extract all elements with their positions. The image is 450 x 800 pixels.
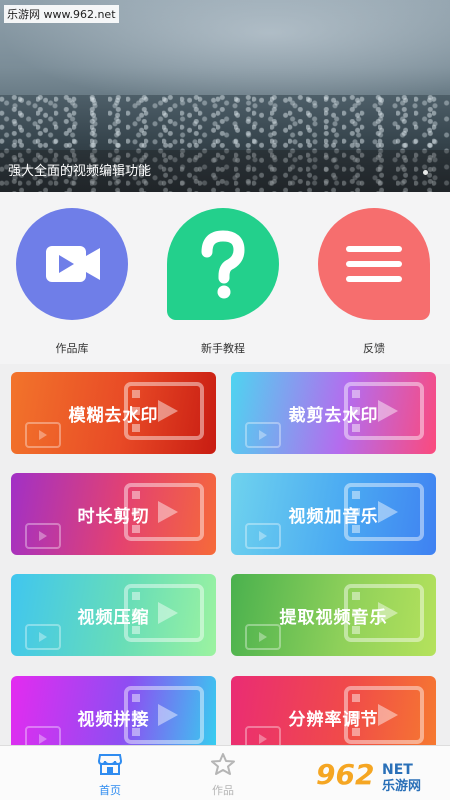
feature-feedback[interactable]: 反馈 — [314, 208, 434, 356]
logo-text-leyou: 乐游网 — [382, 778, 421, 794]
feedback-label: 反馈 — [363, 342, 385, 355]
feature-works-library[interactable]: 作品库 — [12, 208, 132, 356]
tool-card-add-music[interactable]: 视频加音乐 — [231, 473, 436, 555]
works-library-label: 作品库 — [55, 342, 89, 355]
video-camera-icon — [46, 246, 100, 282]
tool-label: 时长剪切 — [77, 506, 150, 527]
tool-card-duration-cut[interactable]: 时长剪切 — [11, 473, 216, 555]
tool-label: 裁剪去水印 — [288, 405, 379, 426]
star-icon — [211, 753, 235, 775]
feedback-button[interactable] — [318, 208, 430, 320]
logo-text-net: NET — [382, 762, 413, 778]
question-mark-icon — [201, 230, 245, 299]
site-logo-962: 962 NET 乐游网 — [316, 758, 421, 794]
carousel-indicator-dot[interactable] — [423, 170, 428, 175]
nav-works[interactable]: 作品 — [193, 752, 253, 798]
tool-label: 视频压缩 — [77, 607, 150, 628]
tool-card-video-compress[interactable]: 视频压缩 — [11, 574, 216, 656]
tutorial-button[interactable] — [167, 208, 279, 320]
nav-works-label: 作品 — [212, 784, 234, 797]
nav-home[interactable]: 首页 — [80, 752, 140, 798]
logo-text-962: 962 — [316, 758, 374, 791]
tool-card-extract-music[interactable]: 提取视频音乐 — [231, 574, 436, 656]
tool-label: 模糊去水印 — [68, 405, 159, 426]
tutorial-label: 新手教程 — [201, 342, 245, 355]
banner-carousel[interactable]: 乐游网 www.962.net 强大全面的视频编辑功能 — [0, 0, 450, 192]
site-watermark: 乐游网 www.962.net — [4, 5, 119, 23]
tool-card-crop-watermark[interactable]: 裁剪去水印 — [231, 372, 436, 454]
tool-card-blur-watermark[interactable]: 模糊去水印 — [11, 372, 216, 454]
home-store-icon — [97, 754, 123, 775]
nav-home-label: 首页 — [99, 784, 121, 797]
feature-tutorial[interactable]: 新手教程 — [163, 208, 283, 356]
bottom-navigation: 首页 作品 962 NET 乐游网 — [0, 745, 450, 800]
works-library-button[interactable] — [16, 208, 128, 320]
menu-lines-icon — [346, 246, 402, 282]
tool-label: 视频加音乐 — [288, 506, 379, 527]
feature-shortcuts: 作品库 新手教程 反馈 — [0, 192, 450, 364]
tool-label: 提取视频音乐 — [279, 607, 388, 628]
banner-caption: 强大全面的视频编辑功能 — [8, 164, 152, 179]
